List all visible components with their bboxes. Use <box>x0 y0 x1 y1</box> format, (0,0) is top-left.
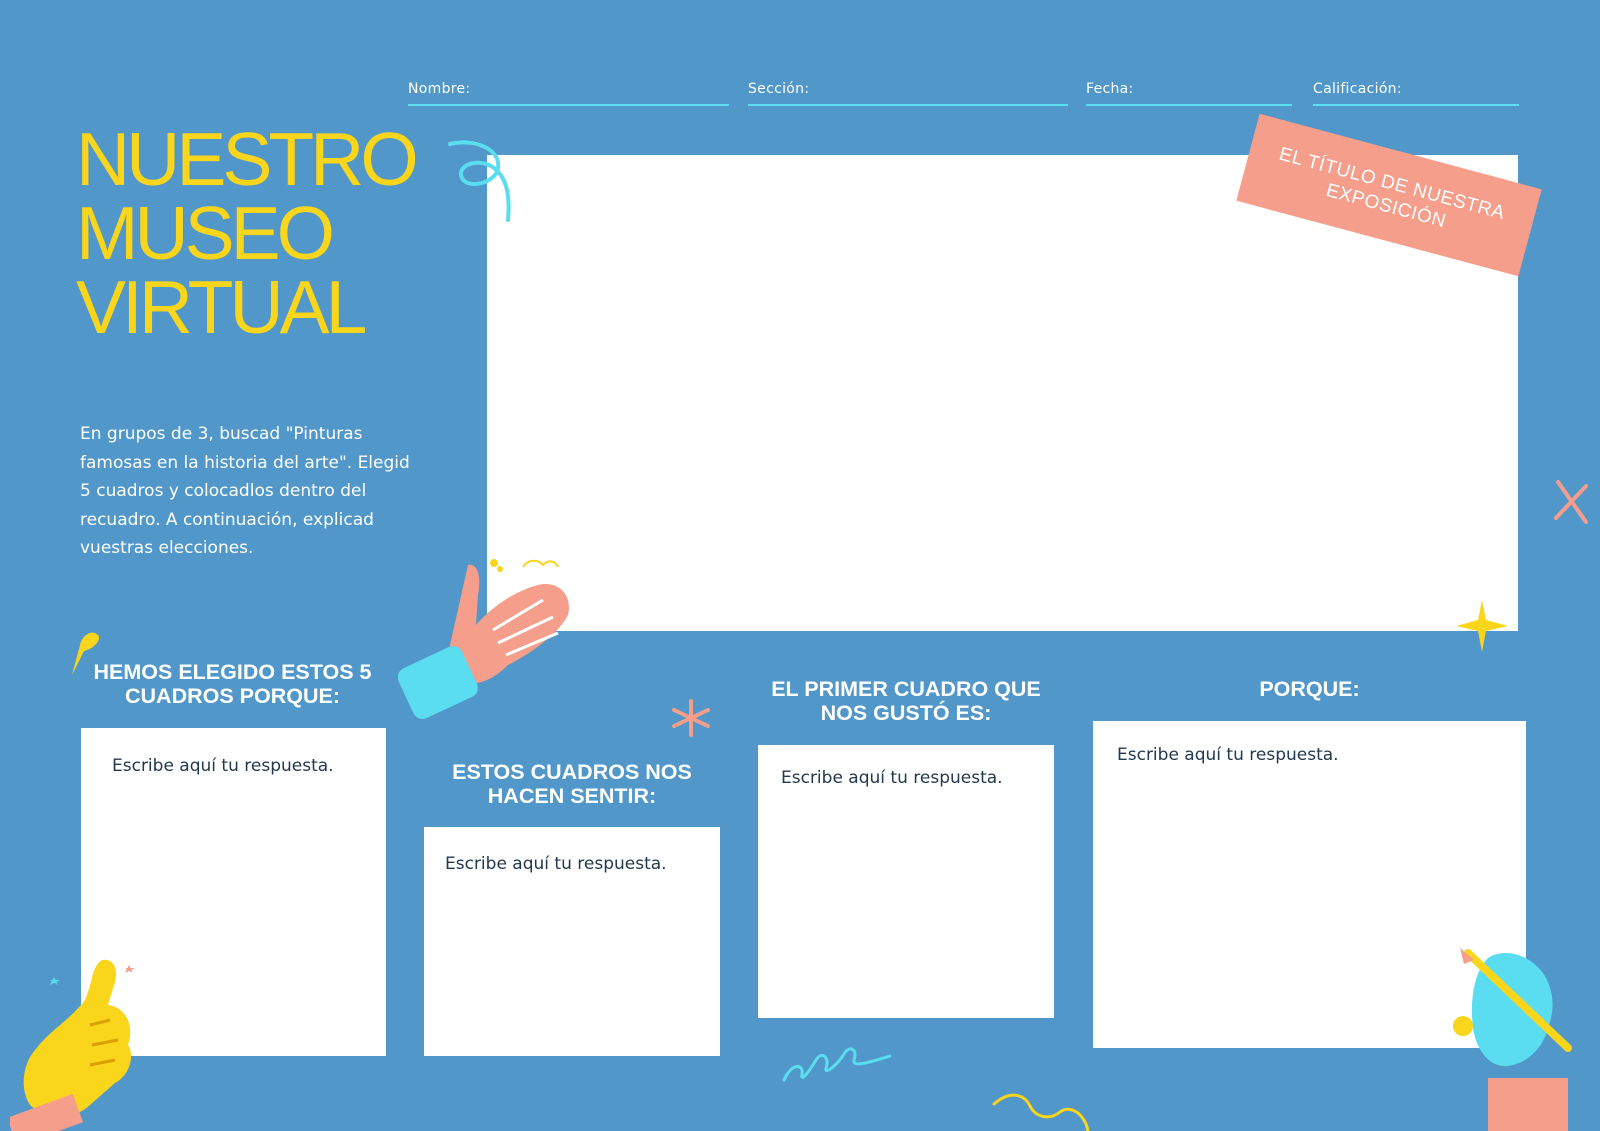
section-3-answer-box[interactable]: Escribe aquí tu respuesta. <box>758 745 1054 1018</box>
squiggle-icon <box>782 1047 892 1082</box>
squiggle-icon <box>448 140 511 222</box>
sparkle-icon <box>72 632 100 675</box>
section-4-heading: PORQUE: <box>1259 677 1360 701</box>
writing-hand-icon <box>1453 948 1572 1131</box>
section-3-answer-text: Escribe aquí tu respuesta. <box>781 768 1003 788</box>
section-1-answer-text: Escribe aquí tu respuesta. <box>112 756 334 776</box>
title-line-3: VIRTUAL <box>76 265 367 349</box>
squiggle-icon <box>992 1093 1090 1131</box>
section-4-answer-text: Escribe aquí tu respuesta. <box>1117 745 1339 765</box>
page-title: NUESTRO MUSEO VIRTUAL <box>76 117 419 349</box>
thumbs-up-hand-icon <box>10 959 135 1131</box>
asterisk-icon <box>672 699 710 737</box>
section-2-heading: ESTOS CUADROS NOS HACEN SENTIR: <box>452 760 692 808</box>
section-3-heading: EL PRIMER CUADRO QUE NOS GUSTÓ ES: <box>771 677 1041 725</box>
section-field[interactable]: Sección: <box>748 78 1068 106</box>
date-field[interactable]: Fecha: <box>1086 78 1292 106</box>
name-label: Nombre: <box>408 81 471 97</box>
section-1-heading: HEMOS ELEGIDO ESTOS 5 CUADROS PORQUE: <box>93 660 372 708</box>
pointing-hand-icon <box>398 559 569 719</box>
grade-label: Calificación: <box>1313 81 1402 97</box>
title-line-2: MUSEO <box>76 191 335 275</box>
title-line-1: NUESTRO <box>76 117 419 201</box>
sparkle-icon <box>1456 600 1508 652</box>
section-label: Sección: <box>748 81 810 97</box>
instructions-text: En grupos de 3, buscad "Pinturas famosas… <box>80 424 410 558</box>
date-label: Fecha: <box>1086 81 1134 97</box>
cross-icon <box>1554 480 1588 524</box>
name-field[interactable]: Nombre: <box>408 78 729 106</box>
section-2-answer-text: Escribe aquí tu respuesta. <box>445 854 667 874</box>
grade-field[interactable]: Calificación: <box>1313 78 1519 106</box>
section-2-answer-box[interactable]: Escribe aquí tu respuesta. <box>424 827 720 1056</box>
